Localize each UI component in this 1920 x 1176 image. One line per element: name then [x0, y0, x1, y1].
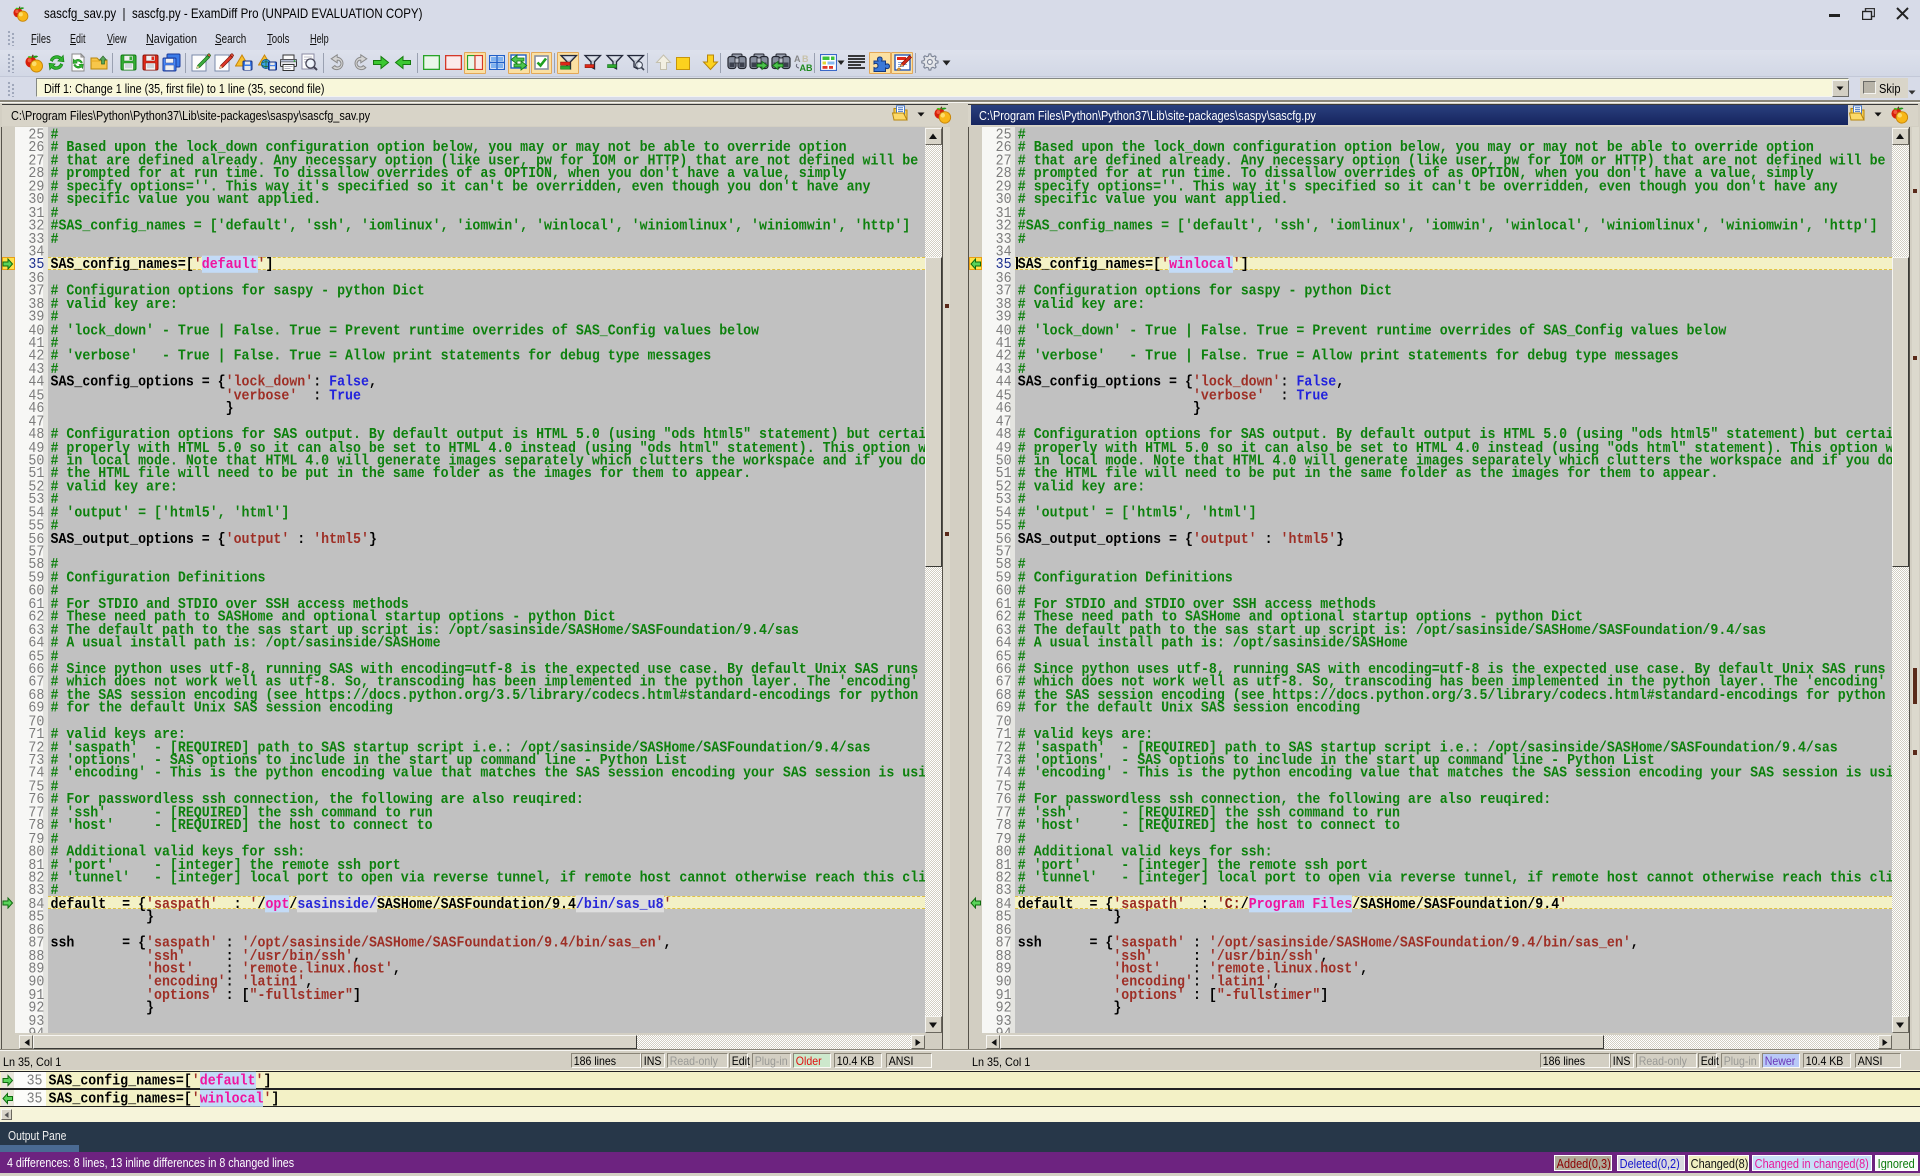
svg-text:AB: AB	[800, 63, 813, 72]
